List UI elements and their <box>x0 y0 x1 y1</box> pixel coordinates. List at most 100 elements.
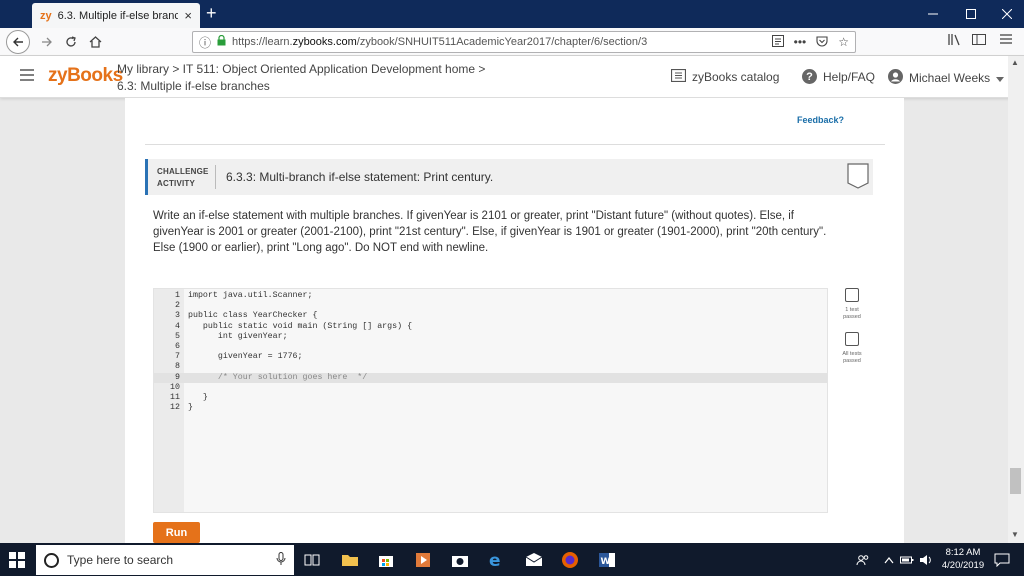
pocket-icon[interactable] <box>816 35 828 50</box>
bookmark-star-icon[interactable]: ☆ <box>838 35 849 50</box>
edge-browser-icon[interactable]: e <box>487 551 505 571</box>
page-actions-icon[interactable]: ••• <box>794 35 807 50</box>
tab-close-icon[interactable]: × <box>184 8 192 23</box>
windows-start-icon[interactable] <box>0 543 34 576</box>
user-menu[interactable]: Michael Weeks <box>888 69 1005 87</box>
word-icon[interactable]: W <box>598 551 616 569</box>
home-icon[interactable] <box>84 32 106 52</box>
help-faq-link[interactable]: ? Help/FAQ <box>802 69 875 84</box>
firefox-icon[interactable] <box>561 551 579 569</box>
code-text[interactable]: import java.util.Scanner; <box>188 291 312 301</box>
user-name: Michael Weeks <box>909 71 991 85</box>
url-text: https://learn.zybooks.com/zybook/SNHUIT5… <box>232 36 648 48</box>
code-text[interactable]: int givenYear; <box>188 332 288 342</box>
new-tab-button[interactable]: + <box>206 3 217 23</box>
code-line[interactable]: 10 <box>154 383 827 393</box>
page-scrollbar[interactable]: ▲ ▼ <box>1008 56 1024 543</box>
section-divider <box>145 144 885 145</box>
code-line[interactable]: 7 givenYear = 1776; <box>154 352 827 362</box>
zybooks-tab-favicon: zy <box>40 9 52 22</box>
test2-result-box[interactable] <box>845 332 859 346</box>
camera-icon[interactable] <box>451 551 469 569</box>
help-icon: ? <box>802 69 817 84</box>
line-number: 9 <box>175 372 180 382</box>
code-text[interactable]: public class YearChecker { <box>188 311 317 321</box>
scroll-down-icon[interactable]: ▼ <box>1011 530 1019 539</box>
bookmark-icon[interactable] <box>847 163 869 189</box>
breadcrumb-path[interactable]: My library > IT 511: Object Oriented App… <box>117 61 485 78</box>
catalog-icon <box>670 68 687 85</box>
notifications-icon[interactable] <box>994 543 1010 576</box>
volume-icon[interactable] <box>919 543 933 576</box>
zybooks-logo[interactable]: zyBooks <box>48 65 123 87</box>
zybooks-header: zyBooks My library > IT 511: Object Orie… <box>0 56 1024 98</box>
menu-hamburger-icon[interactable] <box>1000 33 1012 48</box>
code-editor[interactable]: 1 import java.util.Scanner; 2 3 public class… <box>153 288 828 513</box>
line-number: 6 <box>175 342 180 351</box>
window-close-icon[interactable] <box>984 0 1024 28</box>
browser-nav-bar: ⓘ https://learn.zybooks.com/zybook/SNHUI… <box>0 28 1024 56</box>
scroll-up-icon[interactable]: ▲ <box>1011 58 1019 67</box>
chevron-up-icon[interactable] <box>884 543 894 576</box>
clock-time: 8:12 AM <box>945 547 981 558</box>
code-line[interactable]: 2 <box>154 301 827 311</box>
forward-arrow-icon[interactable] <box>36 32 58 52</box>
browser-tab-strip: zy 6.3. Multiple if-else branches × + <box>0 0 1024 28</box>
media-player-icon[interactable] <box>414 551 432 569</box>
code-line[interactable]: 6 <box>154 342 827 352</box>
run-button[interactable]: Run <box>153 522 200 543</box>
test2-result-label: All tests passed <box>842 351 862 364</box>
code-line[interactable]: 4 public static void main (String [] arg… <box>154 322 827 332</box>
code-line[interactable]: 1 import java.util.Scanner; <box>154 291 827 301</box>
battery-icon[interactable] <box>900 543 914 576</box>
people-icon[interactable] <box>856 543 870 576</box>
search-placeholder: Type here to search <box>67 553 174 567</box>
back-arrow-icon[interactable] <box>6 30 30 54</box>
catalog-label: zyBooks catalog <box>692 70 780 84</box>
test1-result-box[interactable] <box>845 288 859 302</box>
code-line[interactable]: 3 public class YearChecker { <box>154 311 827 321</box>
zybooks-menu-icon[interactable] <box>20 68 34 86</box>
code-line[interactable]: 8 <box>154 362 827 372</box>
user-avatar-icon <box>888 69 903 87</box>
lock-icon[interactable] <box>217 34 226 49</box>
zybooks-catalog-link[interactable]: zyBooks catalog <box>670 68 780 85</box>
breadcrumb-current: 6.3: Multiple if-else branches <box>117 79 270 93</box>
mail-icon[interactable] <box>525 551 543 569</box>
help-label: Help/FAQ <box>823 69 876 84</box>
challenge-instructions: Write an if-else statement with multiple… <box>153 210 827 254</box>
challenge-separator <box>215 165 216 189</box>
task-view-icon[interactable] <box>303 551 321 569</box>
taskbar-search-box[interactable]: Type here to search <box>36 545 294 575</box>
reader-view-icon[interactable] <box>771 34 784 50</box>
test1-result-label: 1 test passed <box>843 307 861 320</box>
content-area: Feedback? CHALLENGE ACTIVITY 6.3.3: Mult… <box>125 98 904 543</box>
code-text[interactable]: } <box>188 403 193 413</box>
breadcrumb: My library > IT 511: Object Oriented App… <box>117 61 485 95</box>
browser-tab[interactable]: zy 6.3. Multiple if-else branches × <box>32 3 200 28</box>
file-explorer-icon[interactable] <box>341 551 359 569</box>
reload-icon[interactable] <box>60 32 82 52</box>
microphone-icon[interactable] <box>276 551 286 569</box>
code-line[interactable]: 12} <box>154 403 827 413</box>
code-text[interactable]: } <box>188 393 208 403</box>
taskbar-clock[interactable]: 8:12 AM 4/20/2019 <box>936 546 990 572</box>
code-line[interactable]: 5 int givenYear; <box>154 332 827 342</box>
code-text[interactable]: /* Your solution goes here */ <box>188 373 367 383</box>
code-text[interactable]: givenYear = 1776; <box>188 352 303 362</box>
sidebar-icon[interactable] <box>972 33 986 49</box>
code-line[interactable]: 9 /* Your solution goes here */ <box>154 372 827 383</box>
cortana-icon <box>44 552 59 568</box>
line-number: 8 <box>175 362 180 372</box>
feedback-link[interactable]: Feedback? <box>797 115 844 125</box>
url-bar[interactable]: ⓘ https://learn.zybooks.com/zybook/SNHUI… <box>192 31 856 53</box>
windows-taskbar: Type here to search e W 8:12 AM 4/20/201… <box>0 543 1024 576</box>
code-text[interactable]: public static void main (String [] args)… <box>188 322 412 332</box>
store-icon[interactable] <box>377 551 395 569</box>
clock-date: 4/20/2019 <box>941 560 985 571</box>
scrollbar-thumb[interactable] <box>1010 468 1021 494</box>
code-line[interactable]: 11 } <box>154 393 827 403</box>
library-icon[interactable] <box>948 33 962 49</box>
line-number: 4 <box>175 321 180 331</box>
info-icon[interactable]: ⓘ <box>199 34 211 51</box>
